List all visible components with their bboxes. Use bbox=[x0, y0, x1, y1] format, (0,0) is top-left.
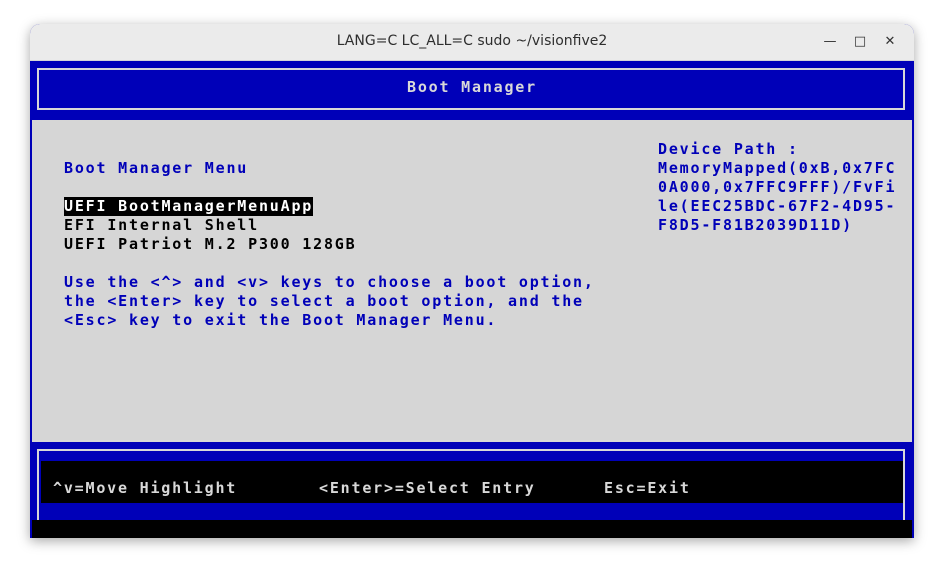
footer-select-hint: <Enter>=Select Entry bbox=[319, 479, 536, 497]
terminal-window: LANG=C LC_ALL=C sudo ~/visionfive2 — □ ✕… bbox=[30, 24, 914, 538]
device-path-line-4: F8D5-F81B2039D11D) bbox=[658, 216, 853, 234]
maximize-button[interactable]: □ bbox=[850, 32, 870, 52]
window-title: LANG=C LC_ALL=C sudo ~/visionfive2 bbox=[336, 33, 608, 49]
device-path-line-2: 0A000,0x7FFC9FFF)/FvFi bbox=[658, 178, 897, 196]
title-bar[interactable]: LANG=C LC_ALL=C sudo ~/visionfive2 — □ ✕ bbox=[30, 24, 914, 61]
bottom-strip bbox=[32, 520, 912, 538]
help-line-2: the <Enter> key to select a boot option,… bbox=[64, 292, 584, 310]
help-line-3: <Esc> key to exit the Boot Manager Menu. bbox=[64, 311, 498, 329]
device-path-line-3: le(EEC25BDC-67F2-4D95- bbox=[658, 197, 897, 215]
footer-exit-hint: Esc=Exit bbox=[604, 479, 691, 497]
page-title: Boot Manager bbox=[407, 78, 537, 96]
help-line-1: Use the <^> and <v> keys to choose a boo… bbox=[64, 273, 595, 291]
terminal-content: Boot Manager Boot Manager Menu UEFI Boot… bbox=[32, 61, 912, 538]
footer-move-hint: ^v=Move Highlight bbox=[53, 479, 238, 497]
minimize-button[interactable]: — bbox=[820, 32, 840, 52]
device-path-line-1: MemoryMapped(0xB,0x7FC bbox=[658, 159, 897, 177]
boot-option-uefi-patriot[interactable]: UEFI Patriot M.2 P300 128GB bbox=[64, 235, 356, 254]
boot-manager-body: Boot Manager Menu UEFI BootManagerMenuAp… bbox=[32, 120, 912, 442]
menu-title: Boot Manager Menu bbox=[64, 159, 249, 177]
close-button[interactable]: ✕ bbox=[880, 32, 900, 52]
boot-option-efi-internal-shell[interactable]: EFI Internal Shell bbox=[64, 216, 259, 235]
boot-option-uefi-bootmanagermenuapp[interactable]: UEFI BootManagerMenuApp bbox=[64, 197, 314, 216]
device-path-label: Device Path : bbox=[658, 140, 799, 158]
